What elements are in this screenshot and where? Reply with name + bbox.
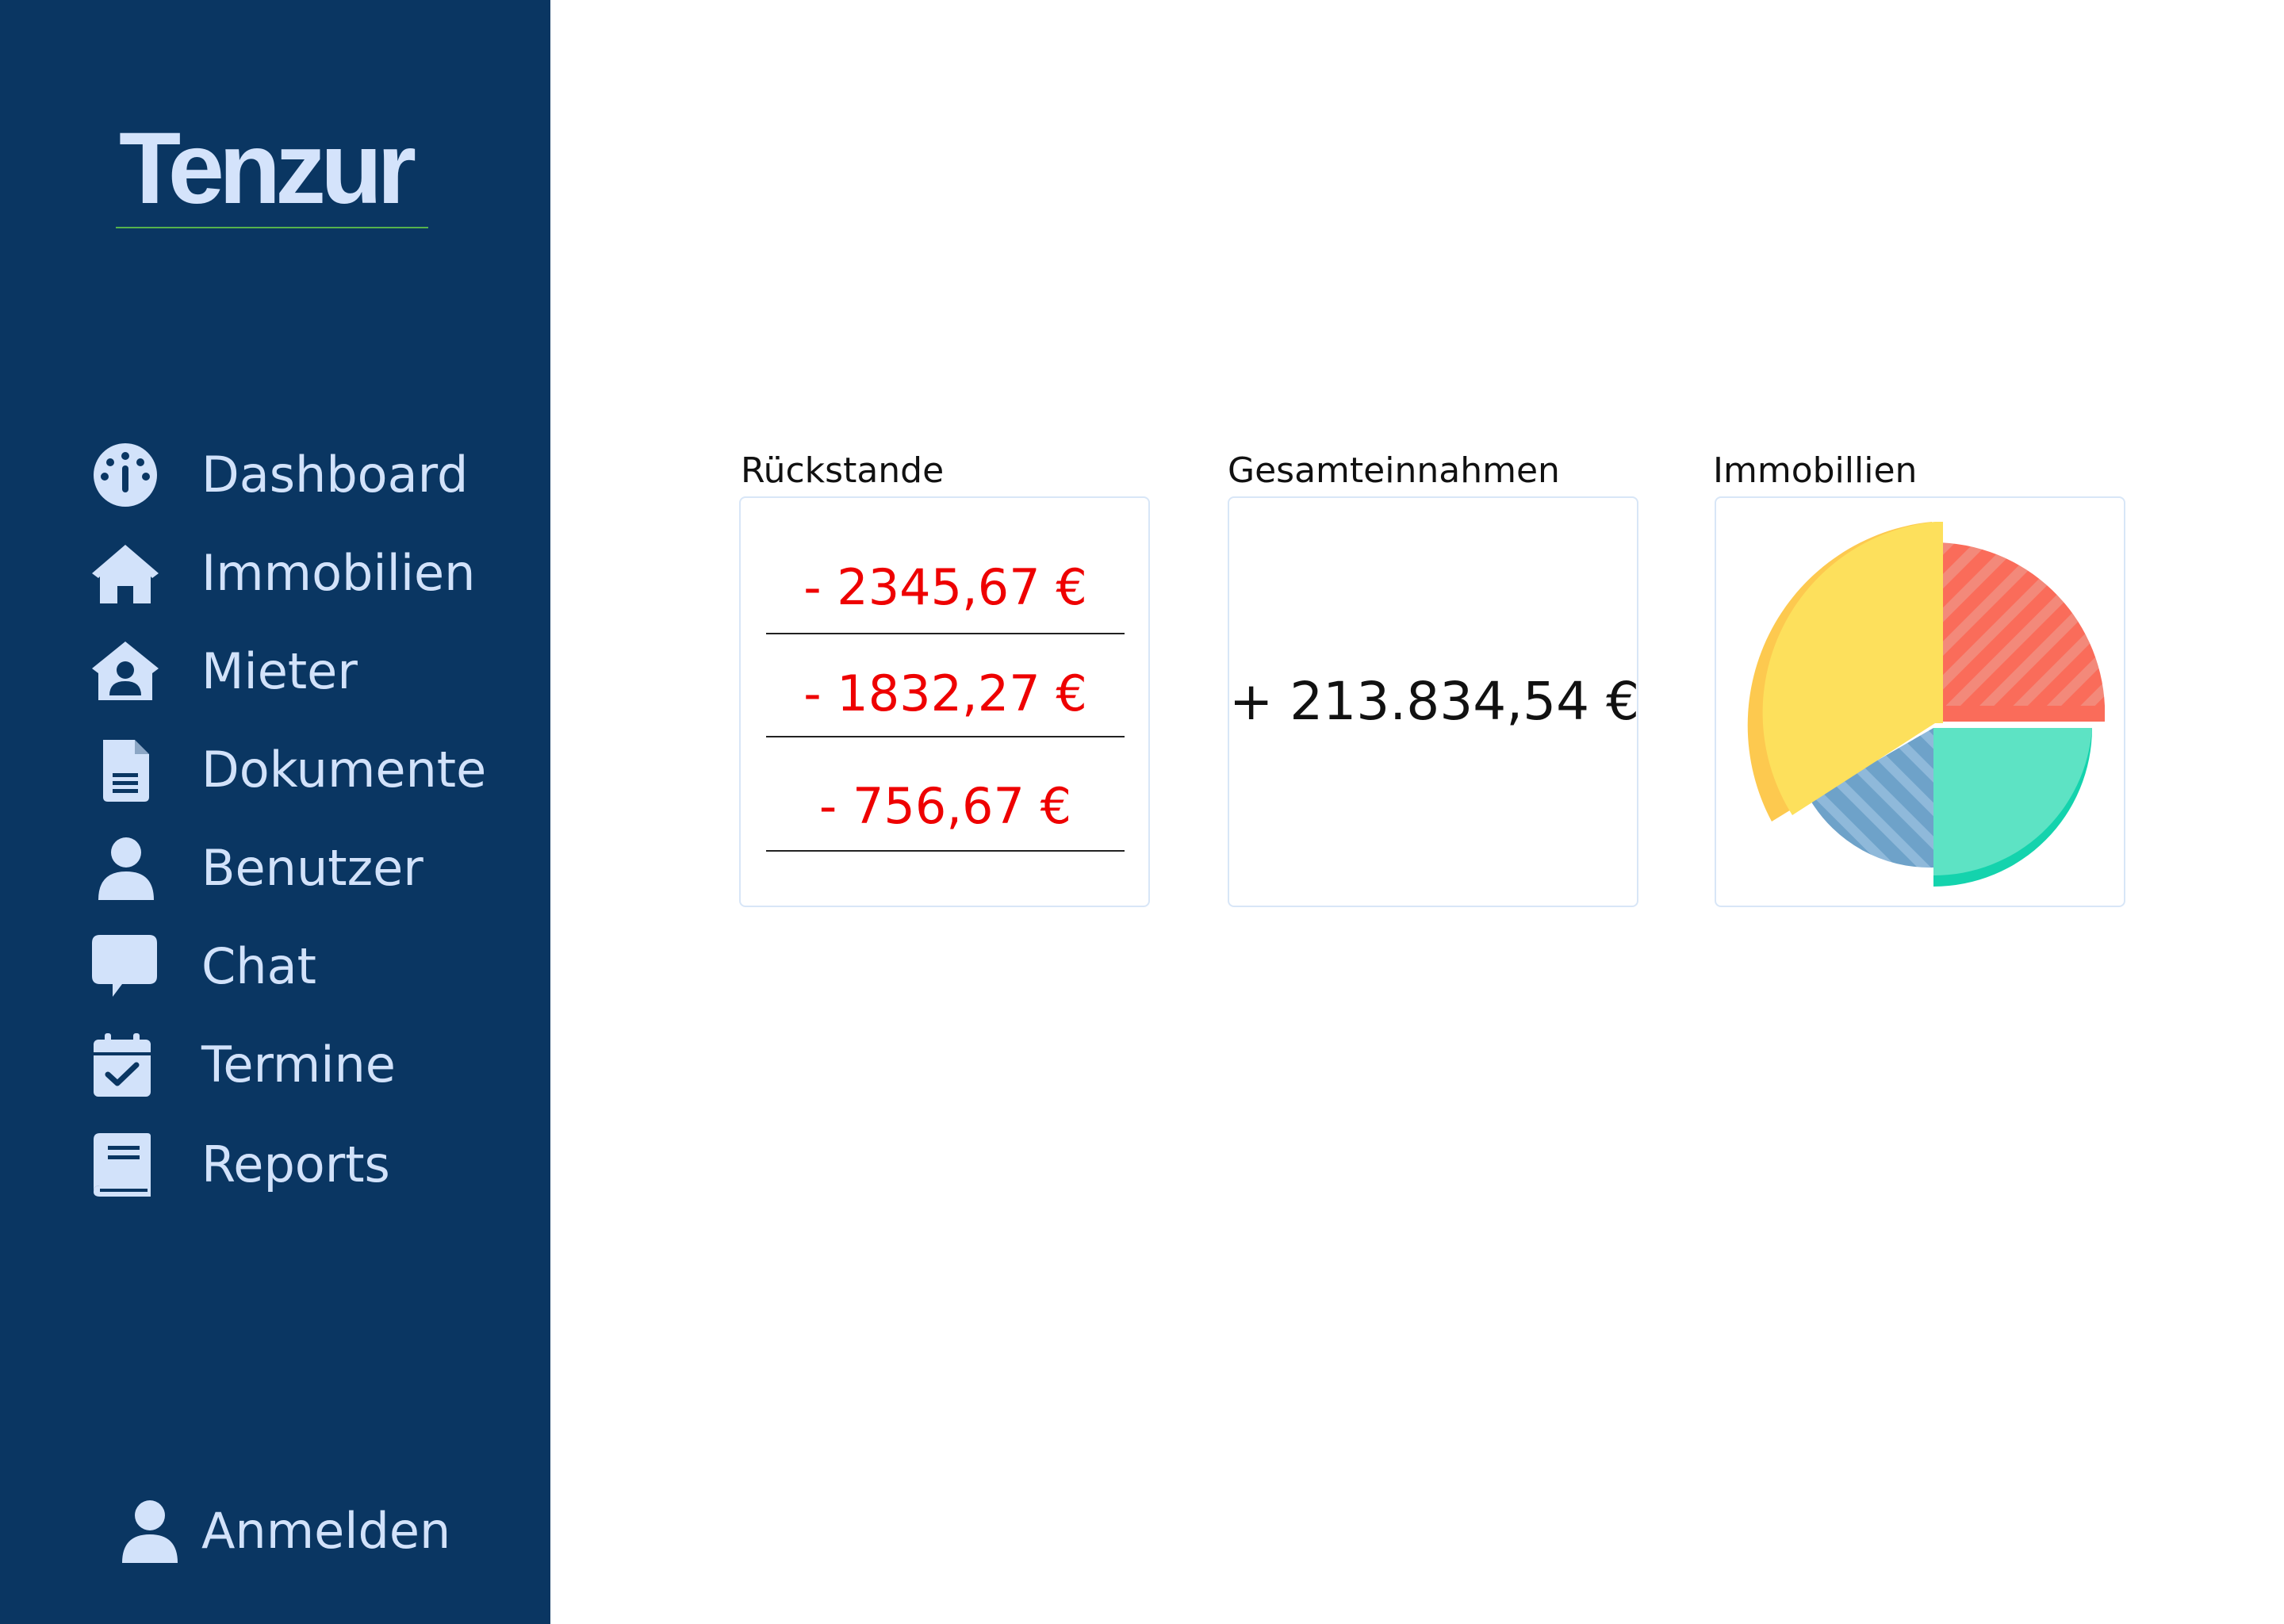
sidebar-item-chat[interactable]: Chat (0, 923, 550, 1010)
user-icon (113, 1500, 187, 1563)
arrears-title: Rückstande (741, 450, 945, 491)
app-logo: Tenzur (119, 112, 416, 225)
user-icon (89, 837, 163, 900)
home-icon (89, 542, 163, 605)
document-icon (89, 738, 163, 802)
sidebar-item-mieter[interactable]: Mieter (0, 628, 550, 715)
sidebar-item-label: Dokumente (201, 741, 487, 799)
sidebar-item-dashboard[interactable]: Dashboard (0, 431, 550, 519)
sidebar-item-label: Dashboard (201, 446, 469, 504)
properties-title: Immobillien (1713, 450, 1918, 491)
sidebar: Tenzur Dashboard Immobilien Mieter Dokum… (0, 0, 550, 1624)
sidebar-item-label: Chat (201, 937, 316, 995)
login-button[interactable]: Anmelden (0, 1488, 550, 1575)
login-label: Anmelden (201, 1502, 451, 1560)
arrear-value: - 2345,67 € (803, 558, 1087, 616)
properties-card[interactable] (1715, 496, 2125, 907)
sidebar-item-benutzer[interactable]: Benutzer (0, 825, 550, 912)
pie-chart-icon (1716, 498, 2124, 906)
arrear-value: - 756,67 € (818, 777, 1072, 835)
divider (766, 736, 1125, 737)
income-card[interactable]: + 213.834,54 € (1228, 496, 1640, 907)
income-title: Gesamteinnahmen (1228, 450, 1560, 491)
sidebar-item-label: Benutzer (201, 839, 423, 897)
logo-underline (116, 227, 428, 228)
sidebar-item-immobilien[interactable]: Immobilien (0, 530, 550, 617)
total-income-value: + 213.834,54 € (1229, 671, 1640, 732)
arrear-value: - 1832,27 € (803, 665, 1087, 722)
dashboard-icon (89, 443, 163, 507)
calendar-check-icon (89, 1033, 163, 1097)
sidebar-item-reports[interactable]: Reports (0, 1121, 550, 1208)
book-icon (89, 1133, 163, 1197)
sidebar-item-label: Mieter (201, 642, 358, 700)
sidebar-item-dokumente[interactable]: Dokumente (0, 726, 550, 814)
divider (766, 633, 1125, 634)
divider (766, 850, 1125, 852)
sidebar-item-termine[interactable]: Termine (0, 1021, 550, 1109)
sidebar-item-label: Reports (201, 1136, 390, 1193)
tenant-icon (89, 640, 163, 703)
sidebar-item-label: Immobilien (201, 544, 476, 602)
chat-icon (89, 935, 163, 998)
arrears-card[interactable]: - 2345,67 € - 1832,27 € - 756,67 € (739, 496, 1150, 907)
sidebar-item-label: Termine (201, 1036, 396, 1094)
